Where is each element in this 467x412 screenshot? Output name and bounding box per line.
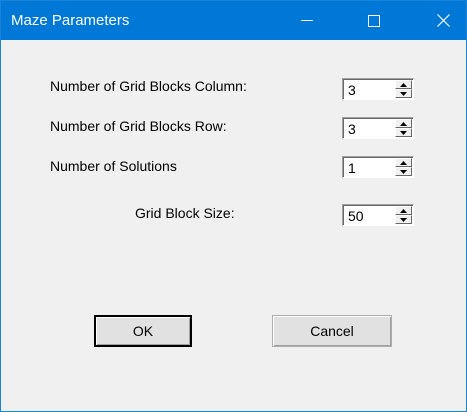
solutions-spinner[interactable]: 1	[342, 156, 414, 178]
title-bar[interactable]: Maze Parameters	[1, 1, 466, 40]
rows-decrement-button[interactable]	[395, 128, 412, 137]
maze-parameters-dialog: Maze Parameters Number of Grid Blocks Co…	[0, 0, 467, 412]
maximize-button[interactable]	[351, 1, 397, 40]
rows-label: Number of Grid Blocks Row:	[50, 118, 227, 134]
rows-spin-buttons	[395, 119, 412, 137]
solutions-decrement-button[interactable]	[395, 167, 412, 176]
arrow-up-icon	[400, 208, 407, 213]
close-button[interactable]	[420, 1, 466, 40]
solutions-increment-button[interactable]	[395, 158, 412, 167]
block-size-label: Grid Block Size:	[135, 205, 235, 221]
arrow-down-icon	[400, 130, 407, 135]
minimize-button[interactable]	[284, 1, 330, 40]
solutions-label: Number of Solutions	[50, 158, 177, 174]
columns-value[interactable]: 3	[348, 82, 356, 98]
columns-label: Number of Grid Blocks Column:	[50, 78, 247, 94]
rows-spinner[interactable]: 3	[342, 117, 414, 139]
block-size-increment-button[interactable]	[395, 206, 412, 215]
arrow-up-icon	[400, 82, 407, 87]
block-size-spin-buttons	[395, 206, 412, 224]
arrow-up-icon	[400, 160, 407, 165]
window-title: Maze Parameters	[11, 12, 130, 29]
rows-value[interactable]: 3	[348, 121, 356, 137]
arrow-down-icon	[400, 91, 407, 96]
arrow-up-icon	[400, 121, 407, 126]
rows-increment-button[interactable]	[395, 119, 412, 128]
arrow-down-icon	[400, 169, 407, 174]
columns-decrement-button[interactable]	[395, 89, 412, 98]
solutions-spin-buttons	[395, 158, 412, 176]
columns-spinner[interactable]: 3	[342, 78, 414, 100]
close-icon	[436, 14, 450, 27]
arrow-down-icon	[400, 217, 407, 222]
minimize-icon	[301, 19, 313, 22]
block-size-spinner[interactable]: 50	[342, 204, 414, 226]
columns-increment-button[interactable]	[395, 80, 412, 89]
block-size-value[interactable]: 50	[348, 208, 364, 224]
columns-spin-buttons	[395, 80, 412, 98]
ok-button[interactable]: OK	[94, 315, 192, 347]
block-size-decrement-button[interactable]	[395, 215, 412, 224]
solutions-value[interactable]: 1	[348, 160, 356, 176]
cancel-button[interactable]: Cancel	[272, 315, 392, 347]
maximize-icon	[368, 14, 380, 27]
